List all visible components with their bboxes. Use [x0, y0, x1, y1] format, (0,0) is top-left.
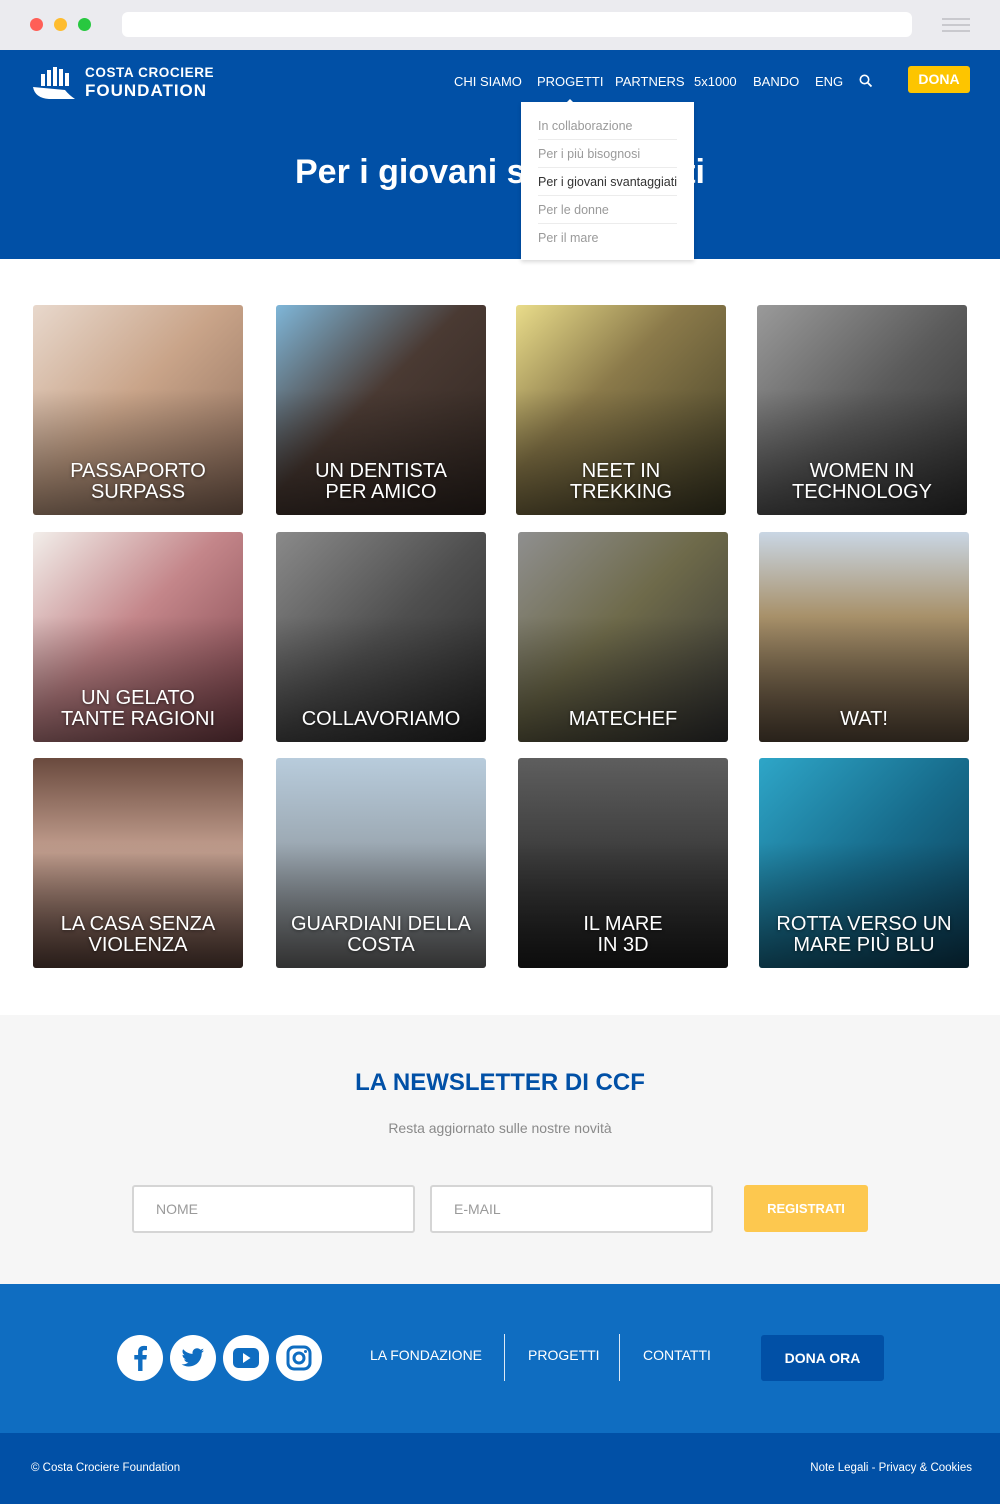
dropdown-item-mare[interactable]: Per il mare — [538, 224, 677, 252]
footer-link-contatti[interactable]: CONTATTI — [643, 1347, 711, 1363]
dropdown-item-donne[interactable]: Per le donne — [538, 196, 677, 224]
project-title: WOMEN IN TECHNOLOGY — [791, 460, 933, 503]
newsletter-section: LA NEWSLETTER DI CCF Resta aggiornato su… — [0, 1015, 1000, 1284]
nav-partners[interactable]: PARTNERS — [615, 74, 685, 89]
address-bar[interactable] — [122, 12, 912, 37]
project-title: ROTTA VERSO UN MARE PIÙ BLU — [776, 913, 952, 956]
browser-chrome — [0, 0, 1000, 50]
project-title: MATECHEF — [568, 708, 678, 730]
name-input[interactable]: NOME — [132, 1185, 415, 1233]
facebook-icon[interactable] — [117, 1335, 163, 1381]
nav-5x1000[interactable]: 5x1000 — [694, 74, 737, 89]
copyright-text: © Costa Crociere Foundation — [31, 1462, 181, 1474]
newsletter-subtitle: Resta aggiornato sulle nostre novità — [388, 1120, 612, 1136]
project-card[interactable]: NEET IN TREKKING — [516, 305, 726, 515]
twitter-icon[interactable] — [170, 1335, 216, 1381]
dropdown-item-giovani[interactable]: Per i giovani svantaggiati — [538, 168, 677, 196]
search-icon[interactable] — [859, 74, 873, 88]
project-card[interactable]: COLLAVORIAMO — [276, 532, 486, 742]
close-window-icon[interactable] — [30, 18, 43, 31]
project-title: IL MARE IN 3D — [583, 913, 663, 956]
dropdown-item-collaborazione[interactable]: In collaborazione — [538, 112, 677, 140]
project-title: NEET IN TREKKING — [569, 460, 673, 503]
project-card[interactable]: ROTTA VERSO UN MARE PIÙ BLU — [759, 758, 969, 968]
main-nav: CHI SIAMO PROGETTI PARTNERS 5x1000 BANDO… — [0, 74, 1000, 105]
project-card[interactable]: UN DENTISTA PER AMICO — [276, 305, 486, 515]
browser-menu-icon[interactable] — [942, 18, 970, 32]
dropdown-item-bisognosi[interactable]: Per i più bisognosi — [538, 140, 677, 168]
nav-chi-siamo[interactable]: CHI SIAMO — [454, 74, 522, 89]
project-card[interactable]: IL MARE IN 3D — [518, 758, 728, 968]
newsletter-title: LA NEWSLETTER DI CCF — [355, 1069, 645, 1096]
donate-now-button[interactable]: DONA ORA — [761, 1335, 884, 1381]
site-header: COSTA CROCIERE FOUNDATION CHI SIAMO PROG… — [0, 50, 1000, 259]
footer-link-progetti[interactable]: PROGETTI — [528, 1347, 600, 1363]
page-title: Per i giovani svantaggiati — [294, 153, 705, 191]
project-card[interactable]: LA CASA SENZA VIOLENZA — [33, 758, 243, 968]
project-card[interactable]: GUARDIANI DELLA COSTA — [276, 758, 486, 968]
project-card[interactable]: MATECHEF — [518, 532, 728, 742]
site-footer: LA FONDAZIONE PROGETTI CONTATTI DONA ORA — [0, 1284, 1000, 1433]
project-title: GUARDIANI DELLA COSTA — [290, 913, 472, 956]
maximize-window-icon[interactable] — [78, 18, 91, 31]
register-button[interactable]: REGISTRATI — [744, 1185, 868, 1232]
youtube-icon[interactable] — [223, 1335, 269, 1381]
instagram-icon[interactable] — [276, 1335, 322, 1381]
nav-progetti[interactable]: PROGETTI — [537, 74, 603, 105]
donate-button[interactable]: DONA — [908, 66, 970, 93]
project-card[interactable]: PASSAPORTO SURPASS — [33, 305, 243, 515]
legal-links[interactable]: Note Legali - Privacy & Cookies — [810, 1462, 972, 1474]
project-title: UN DENTISTA PER AMICO — [315, 460, 447, 503]
email-input[interactable]: E-MAIL — [430, 1185, 713, 1233]
project-title: PASSAPORTO SURPASS — [70, 460, 206, 503]
project-title: COLLAVORIAMO — [301, 708, 461, 730]
project-title: UN GELATO TANTE RAGIONI — [60, 687, 216, 730]
progetti-dropdown: In collaborazione Per i più bisognosi Pe… — [521, 102, 694, 260]
minimize-window-icon[interactable] — [54, 18, 67, 31]
project-card[interactable]: UN GELATO TANTE RAGIONI — [33, 532, 243, 742]
nav-bando[interactable]: BANDO — [753, 74, 799, 89]
bottom-bar: © Costa Crociere Foundation Note Legali … — [0, 1433, 1000, 1504]
footer-link-fondazione[interactable]: LA FONDAZIONE — [370, 1347, 482, 1363]
project-title: WAT! — [840, 708, 888, 730]
footer-divider — [619, 1334, 620, 1381]
footer-divider — [504, 1334, 505, 1381]
project-card[interactable]: WAT! — [759, 532, 969, 742]
project-title: LA CASA SENZA VIOLENZA — [60, 913, 216, 956]
nav-eng[interactable]: ENG — [815, 74, 843, 89]
project-card[interactable]: WOMEN IN TECHNOLOGY — [757, 305, 967, 515]
